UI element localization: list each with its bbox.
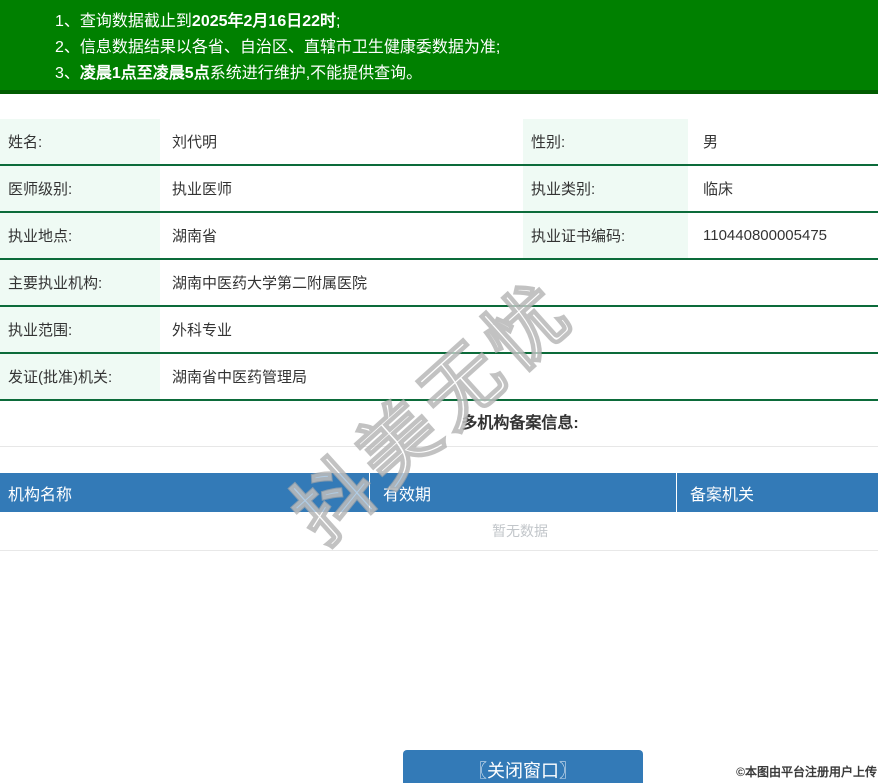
field-label-issuing-authority: 发证(批准)机关: — [0, 354, 160, 399]
field-value-practice-scope: 外科专业 — [172, 322, 233, 339]
column-header-institution-name: 机构名称 — [0, 473, 370, 512]
notice-banner: 1、查询数据截止到2025年2月16日22时; 2、信息数据结果以各省、自治区、… — [0, 0, 878, 94]
field-label-license-number: 执业证书编码: — [523, 213, 688, 258]
page-viewport: 1、查询数据截止到2025年2月16日22时; 2、信息数据结果以各省、自治区、… — [0, 0, 878, 783]
notice-line-1: 1、查询数据截止到2025年2月16日22时; — [55, 13, 341, 30]
filing-table-empty-state: 暂无数据 — [0, 512, 878, 551]
filing-table-header: 机构名称 有效期 备案机关 — [0, 473, 878, 512]
upload-credit-watermark: ©本图由平台注册用户上传 — [736, 765, 877, 779]
field-label-main-institution: 主要执业机构: — [0, 260, 160, 305]
close-window-button[interactable]: 〖关闭窗口〗 — [403, 750, 643, 783]
table-row: 发证(批准)机关: 湖南省中医药管理局 — [0, 354, 878, 401]
field-value-gender: 男 — [703, 134, 719, 151]
field-value-practice-location: 湖南省 — [172, 228, 218, 245]
field-value-doctor-level: 执业医师 — [172, 181, 233, 198]
filing-section-title: 多机构备案信息: — [0, 401, 878, 447]
field-value-issuing-authority: 湖南省中医药管理局 — [172, 369, 308, 386]
table-row: 执业范围: 外科专业 — [0, 307, 878, 354]
table-row: 执业地点: 湖南省 执业证书编码: 110440800005475 — [0, 213, 878, 260]
notice-number: 1、 — [55, 13, 80, 30]
table-row: 医师级别: 执业医师 执业类别: 临床 — [0, 166, 878, 213]
field-label-practice-category: 执业类别: — [523, 166, 688, 211]
table-row: 主要执业机构: 湖南中医药大学第二附属医院 — [0, 260, 878, 307]
field-label-name: 姓名: — [0, 119, 160, 164]
notice-number: 2、 — [55, 39, 80, 56]
table-row: 姓名: 刘代明 性别: 男 — [0, 119, 878, 166]
field-label-gender: 性别: — [523, 119, 688, 164]
field-label-practice-location: 执业地点: — [0, 213, 160, 258]
field-value-practice-category: 临床 — [703, 181, 734, 198]
field-value-name: 刘代明 — [172, 134, 218, 151]
column-header-filing-authority: 备案机关 — [690, 486, 755, 504]
field-label-practice-scope: 执业范围: — [0, 307, 160, 352]
notice-line-3: 3、凌晨1点至凌晨5点系统进行维护,不能提供查询。 — [55, 65, 423, 82]
column-header-validity-period: 有效期 — [370, 473, 677, 512]
notice-number: 3、 — [55, 65, 80, 82]
field-value-license-number: 110440800005475 — [703, 227, 828, 244]
field-label-doctor-level: 医师级别: — [0, 166, 160, 211]
field-value-main-institution: 湖南中医药大学第二附属医院 — [172, 275, 368, 292]
notice-line-2: 2、信息数据结果以各省、自治区、直辖市卫生健康委数据为准; — [55, 39, 501, 56]
doctor-profile-table: 姓名: 刘代明 性别: 男 医师级别: 执业医师 执业类别: 临床 执业地点: … — [0, 119, 878, 401]
